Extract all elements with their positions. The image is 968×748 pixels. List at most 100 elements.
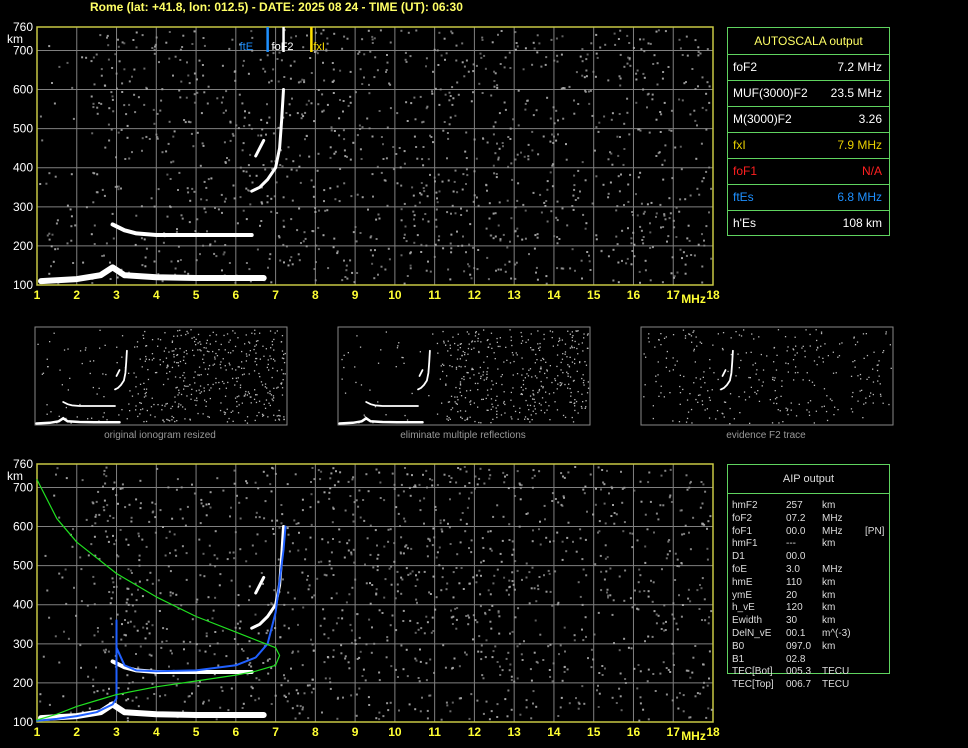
thumb-noise xyxy=(708,417,711,419)
noise-dot xyxy=(635,78,638,81)
noise-dot xyxy=(283,677,286,680)
noise-dot xyxy=(260,220,263,222)
noise-dot xyxy=(92,171,95,174)
thumb-noise xyxy=(67,389,69,391)
noise-dot xyxy=(342,110,344,113)
thumb-noise xyxy=(284,352,286,355)
bottom-ionogram-plot: 1 2 3 4 5 6 7 8 9 10 11 12 13 14 15 16 17 181002003004005… xyxy=(7,457,720,743)
noise-dot xyxy=(304,558,307,561)
noise-dot xyxy=(685,35,688,38)
thumb-noise xyxy=(774,390,776,392)
noise-dot xyxy=(694,645,697,647)
noise-dot xyxy=(423,570,426,573)
noise-dot xyxy=(376,557,379,560)
thumb-noise xyxy=(173,356,175,358)
noise-dot xyxy=(379,497,382,499)
noise-dot xyxy=(266,629,269,632)
thumb-noise xyxy=(276,370,278,372)
noise-dot xyxy=(151,47,154,49)
noise-dot xyxy=(112,517,115,519)
noise-dot xyxy=(694,88,697,90)
thumb-noise xyxy=(176,420,178,422)
noise-dot xyxy=(169,205,171,208)
noise-dot xyxy=(444,666,447,669)
noise-dot xyxy=(311,596,314,599)
noise-dot xyxy=(619,29,622,32)
noise-dot xyxy=(406,473,409,476)
noise-dot xyxy=(150,197,153,200)
noise-dot xyxy=(413,224,416,227)
noise-dot xyxy=(182,34,185,37)
noise-dot xyxy=(492,515,495,518)
thumb-noise xyxy=(218,349,220,351)
noise-dot xyxy=(377,273,379,276)
thumb-noise xyxy=(837,409,839,411)
noise-dot xyxy=(326,42,329,45)
thumb-noise xyxy=(790,402,792,404)
thumb-noise xyxy=(730,337,732,339)
x-tick-label: 3 xyxy=(113,288,120,302)
noise-dot xyxy=(690,254,693,256)
noise-dot xyxy=(283,624,286,627)
thumb-noise xyxy=(478,350,480,353)
thumb-noise xyxy=(831,399,833,402)
noise-dot xyxy=(95,500,98,503)
noise-dot xyxy=(172,135,175,138)
thumb-noise xyxy=(459,383,462,385)
thumb-noise xyxy=(166,365,168,367)
noise-dot xyxy=(639,702,642,705)
noise-dot xyxy=(335,592,338,595)
noise-dot xyxy=(135,599,138,602)
noise-dot xyxy=(199,164,202,167)
noise-dot xyxy=(128,682,131,685)
noise-dot xyxy=(584,90,587,93)
thumb-noise xyxy=(380,349,382,351)
thumb-noise xyxy=(190,329,192,331)
thumb-noise xyxy=(668,370,671,372)
aip-cell: MHz xyxy=(822,563,843,575)
thumb-noise xyxy=(546,409,548,411)
noise-dot xyxy=(249,153,252,156)
noise-dot xyxy=(484,67,487,70)
noise-dot xyxy=(688,716,691,719)
noise-dot xyxy=(557,133,559,136)
thumb-noise xyxy=(190,393,193,396)
noise-dot xyxy=(629,173,632,176)
noise-dot xyxy=(552,662,555,665)
noise-dot xyxy=(532,191,535,194)
aip-cell: D1 xyxy=(732,551,745,563)
noise-dot xyxy=(199,574,202,577)
aip-cell: km xyxy=(822,589,836,601)
thumb-noise xyxy=(179,376,181,379)
thumb-noise xyxy=(559,384,561,387)
noise-dot xyxy=(373,642,376,645)
thumb-noise xyxy=(411,392,413,395)
noise-dot xyxy=(621,488,624,490)
noise-dot xyxy=(314,279,317,282)
thumb-noise xyxy=(583,384,585,386)
noise-dot xyxy=(446,157,448,160)
noise-dot xyxy=(439,88,442,91)
thumb-noise xyxy=(832,372,835,374)
thumb-noise xyxy=(575,330,577,332)
noise-dot xyxy=(376,544,378,547)
noise-dot xyxy=(522,203,525,206)
noise-dot xyxy=(572,194,575,197)
noise-dot xyxy=(680,615,683,618)
noise-dot xyxy=(323,573,326,576)
thumb-noise xyxy=(535,413,537,415)
noise-dot xyxy=(552,142,555,144)
noise-dot xyxy=(222,253,225,256)
noise-dot xyxy=(531,486,534,489)
noise-dot xyxy=(197,685,200,687)
noise-dot xyxy=(322,29,325,32)
noise-dot xyxy=(169,178,172,180)
thumb-noise xyxy=(543,338,545,340)
thumb-noise xyxy=(529,421,531,423)
noise-dot xyxy=(551,604,554,607)
noise-dot xyxy=(613,512,616,514)
noise-dot xyxy=(459,541,462,544)
thumb-noise xyxy=(520,393,523,395)
aip-cell: 097.0 xyxy=(786,640,812,652)
noise-dot xyxy=(209,491,212,494)
